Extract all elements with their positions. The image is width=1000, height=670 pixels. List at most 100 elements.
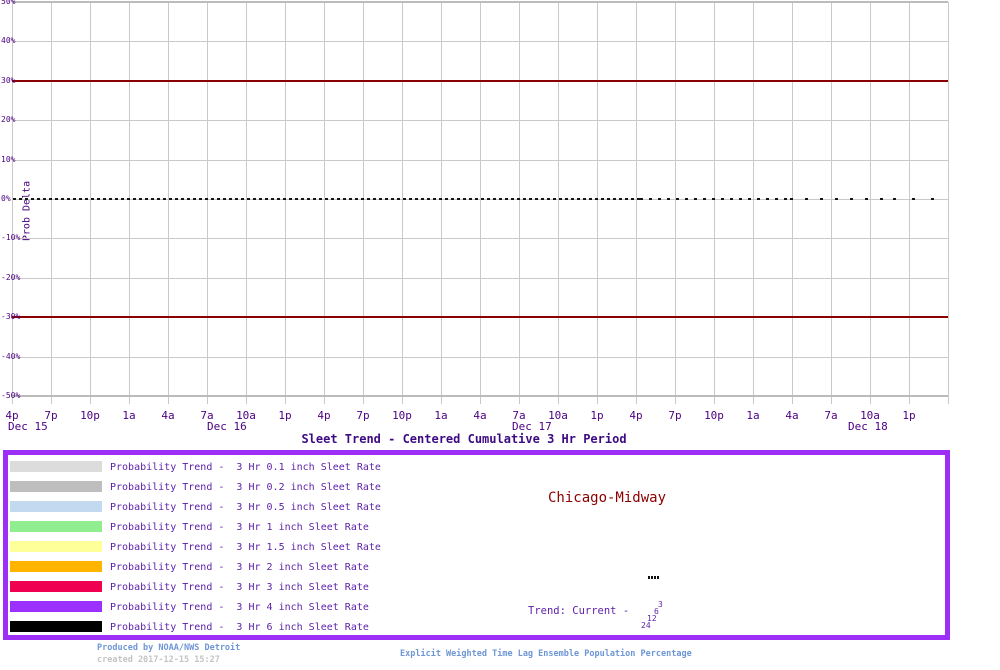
x-tick-label: 10p — [699, 409, 729, 422]
produced-by-credit: Produced by NOAA/NWS Detroit — [97, 643, 240, 653]
gridline-horizontal — [12, 120, 948, 121]
gridline-vertical — [207, 2, 208, 404]
sleet-trend-page: Prob Delta 50%40%30%20%10%0%-10%-20%-30%… — [0, 0, 1000, 670]
x-tick-label: 10p — [75, 409, 105, 422]
gridline-vertical — [753, 2, 754, 404]
legend-row: Probability Trend - 3 Hr 0.1 inch Sleet … — [8, 461, 938, 473]
legend-row: Probability Trend - 3 Hr 0.5 inch Sleet … — [8, 501, 938, 513]
gridline-horizontal — [12, 357, 948, 358]
created-timestamp: created 2017-12-15 15:27 — [97, 655, 220, 665]
gridline-vertical — [909, 2, 910, 404]
gridline-vertical — [90, 2, 91, 404]
x-tick-label: 1p — [270, 409, 300, 422]
gridline-horizontal — [12, 238, 948, 239]
legend-row: Probability Trend - 3 Hr 1 inch Sleet Ra… — [8, 521, 938, 533]
legend-panel: Probability Trend - 3 Hr 0.1 inch Sleet … — [3, 450, 950, 640]
gridline-horizontal — [12, 395, 948, 397]
legend-row: Probability Trend - 3 Hr 1.5 inch Sleet … — [8, 541, 938, 553]
gridline-horizontal — [12, 1, 948, 3]
gridline-vertical — [831, 2, 832, 404]
zero-trend-line — [640, 198, 790, 200]
legend-item-label: Probability Trend - 3 Hr 1 inch Sleet Ra… — [110, 522, 369, 533]
legend-row: Probability Trend - 3 Hr 2 inch Sleet Ra… — [8, 561, 938, 573]
legend-item-label: Probability Trend - 3 Hr 6 inch Sleet Ra… — [110, 622, 369, 633]
gridline-horizontal — [12, 41, 948, 42]
y-tick-label: 40% — [1, 36, 15, 45]
legend-swatch — [10, 481, 102, 492]
gridline-vertical — [402, 2, 403, 404]
trend-dots — [648, 576, 660, 579]
legend-swatch — [10, 501, 102, 512]
gridline-vertical — [246, 2, 247, 404]
gridline-vertical — [558, 2, 559, 404]
trend-label: Trend: Current - — [528, 605, 629, 617]
gridline-horizontal — [12, 278, 948, 279]
legend-item-label: Probability Trend - 3 Hr 4 inch Sleet Ra… — [110, 602, 369, 613]
gridline-vertical — [12, 2, 13, 404]
gridline-vertical — [441, 2, 442, 404]
legend-row: Probability Trend - 3 Hr 3 inch Sleet Ra… — [8, 581, 938, 593]
legend-swatch — [10, 521, 102, 532]
gridline-vertical — [519, 2, 520, 404]
legend-item-label: Probability Trend - 3 Hr 3 inch Sleet Ra… — [110, 582, 369, 593]
y-tick-label: -50% — [1, 391, 20, 400]
gridline-vertical — [675, 2, 676, 404]
gridline-vertical — [636, 2, 637, 404]
x-tick-label: 4a — [465, 409, 495, 422]
legend-item-label: Probability Trend - 3 Hr 0.1 inch Sleet … — [110, 462, 381, 473]
gridline-vertical — [870, 2, 871, 404]
zero-trend-line — [13, 198, 640, 200]
y-axis-label: Prob Delta — [22, 181, 33, 241]
gridline-vertical — [480, 2, 481, 404]
legend-item-label: Probability Trend - 3 Hr 0.2 inch Sleet … — [110, 482, 381, 493]
legend-row: Probability Trend - 3 Hr 6 inch Sleet Ra… — [8, 621, 938, 633]
gridline-vertical — [792, 2, 793, 404]
x-tick-label: 1p — [894, 409, 924, 422]
x-tick-label: 4p — [309, 409, 339, 422]
reference-line — [12, 316, 948, 318]
gridline-vertical — [597, 2, 598, 404]
legend-swatch — [10, 581, 102, 592]
x-tick-label: 4p — [621, 409, 651, 422]
legend-swatch — [10, 561, 102, 572]
zero-trend-dot — [893, 198, 896, 200]
legend-swatch — [10, 621, 102, 632]
gridline-vertical — [129, 2, 130, 404]
x-tick-label: 10p — [387, 409, 417, 422]
y-tick-label: 50% — [1, 0, 15, 6]
y-tick-label: 10% — [1, 155, 15, 164]
zero-trend-line — [790, 198, 884, 200]
trend-chart: Prob Delta 50%40%30%20%10%0%-10%-20%-30%… — [0, 0, 1000, 450]
gridline-vertical — [324, 2, 325, 404]
x-tick-label: 7p — [660, 409, 690, 422]
x-tick-label: 4a — [153, 409, 183, 422]
legend-item-label: Probability Trend - 3 Hr 1.5 inch Sleet … — [110, 542, 381, 553]
gridline-vertical — [948, 2, 949, 404]
x-tick-label: 1p — [582, 409, 612, 422]
zero-trend-dot — [931, 198, 934, 200]
gridline-vertical — [285, 2, 286, 404]
legend-row: Probability Trend - 3 Hr 0.2 inch Sleet … — [8, 481, 938, 493]
x-tick-label: 1a — [426, 409, 456, 422]
x-tick-label: 1a — [738, 409, 768, 422]
legend-swatch — [10, 601, 102, 612]
gridline-vertical — [363, 2, 364, 404]
legend-item-label: Probability Trend - 3 Hr 0.5 inch Sleet … — [110, 502, 381, 513]
trend-dot — [651, 576, 653, 579]
y-tick-label: 20% — [1, 115, 15, 124]
footer-description: Explicit Weighted Time Lag Ensemble Popu… — [400, 649, 692, 659]
x-tick-label: 7a — [816, 409, 846, 422]
gridline-vertical — [168, 2, 169, 404]
y-tick-label: 30% — [1, 76, 15, 85]
y-tick-label: -10% — [1, 233, 20, 242]
reference-line — [12, 80, 948, 82]
legend-item-label: Probability Trend - 3 Hr 2 inch Sleet Ra… — [110, 562, 369, 573]
gridline-vertical — [51, 2, 52, 404]
station-name: Chicago-Midway — [548, 490, 666, 506]
gridline-vertical — [714, 2, 715, 404]
gridline-horizontal — [12, 160, 948, 161]
trend-lag-number: 24 — [641, 621, 651, 630]
y-tick-label: -40% — [1, 352, 20, 361]
trend-dot — [654, 576, 656, 579]
y-tick-label: -20% — [1, 273, 20, 282]
